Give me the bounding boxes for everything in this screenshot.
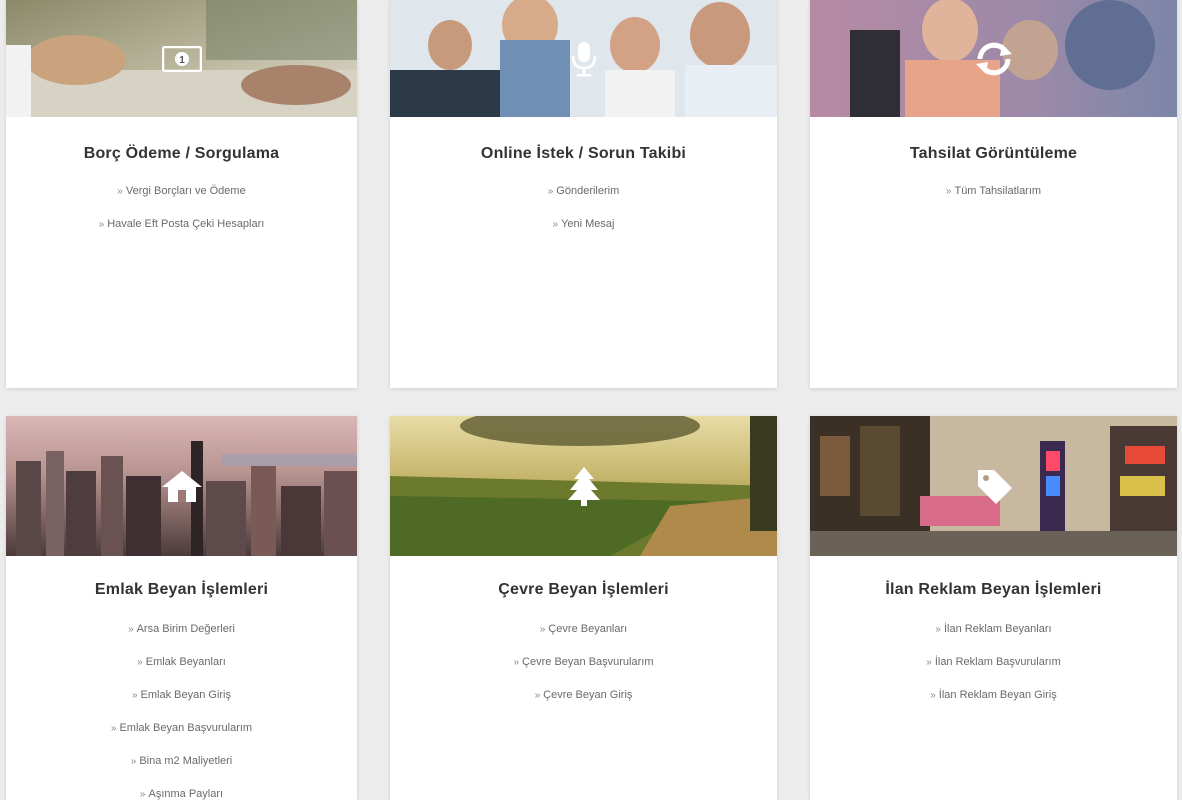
card-borc-odeme: 1 Borç Ödeme / Sorgulama » Vergi Borçları… — [6, 0, 357, 388]
link-asinma-paylari[interactable]: » Aşınma Payları — [6, 784, 357, 800]
link-cevre-beyan-basvurularim[interactable]: » Çevre Beyan Başvurularım — [390, 652, 777, 685]
link-tum-tahsilatlarim[interactable]: » Tüm Tahsilatlarım — [810, 181, 1177, 214]
card-ilan-reklam: İlan Reklam Beyan İşlemleri » İlan Reklam… — [810, 416, 1177, 800]
card-image-emlak[interactable] — [6, 416, 357, 556]
card-title: Çevre Beyan İşlemleri — [498, 581, 669, 598]
link-cevre-beyan-giris[interactable]: » Çevre Beyan Giriş — [390, 685, 777, 718]
microphone-icon — [559, 37, 609, 81]
card-links: » Tüm Tahsilatlarım — [810, 181, 1177, 214]
link-ilan-reklam-beyanlari[interactable]: » İlan Reklam Beyanları — [810, 619, 1177, 652]
card-image-ilan[interactable] — [810, 416, 1177, 556]
link-cevre-beyanlari[interactable]: » Çevre Beyanları — [390, 619, 777, 652]
card-links: » Gönderilerim » Yeni Mesaj — [390, 181, 777, 247]
link-bina-m2-maliyetleri[interactable]: » Bina m2 Maliyetleri — [6, 751, 357, 784]
link-emlak-beyanlari[interactable]: » Emlak Beyanları — [6, 652, 357, 685]
card-image-borc[interactable]: 1 — [6, 0, 357, 117]
home-icon — [157, 464, 207, 508]
card-cevre-beyan: Çevre Beyan İşlemleri » Çevre Beyanları »… — [390, 416, 777, 800]
link-gonderilerim[interactable]: » Gönderilerim — [390, 181, 777, 214]
card-title: İlan Reklam Beyan İşlemleri — [885, 581, 1102, 598]
svg-text:1: 1 — [179, 55, 185, 66]
card-title: Borç Ödeme / Sorgulama — [83, 145, 280, 162]
money-icon: 1 — [157, 37, 207, 81]
tree-icon — [559, 464, 609, 508]
card-image-online[interactable] — [390, 0, 777, 117]
link-arsa-birim-degerleri[interactable]: » Arsa Birim Değerleri — [6, 619, 357, 652]
refresh-icon — [969, 37, 1019, 81]
tag-icon — [969, 464, 1019, 508]
link-emlak-beyan-giris[interactable]: » Emlak Beyan Giriş — [6, 685, 357, 718]
card-title: Online İstek / Sorun Takibi — [480, 145, 687, 162]
link-havale-eft[interactable]: » Havale Eft Posta Çeki Hesapları — [6, 214, 357, 247]
card-links: » Vergi Borçları ve Ödeme » Havale Eft Pos… — [6, 181, 357, 247]
card-title: Tahsilat Görüntüleme — [909, 145, 1078, 162]
link-emlak-beyan-basvurularim[interactable]: » Emlak Beyan Başvurularım — [6, 718, 357, 751]
link-ilan-reklam-basvurularim[interactable]: » İlan Reklam Başvurularım — [810, 652, 1177, 685]
card-emlak-beyan: Emlak Beyan İşlemleri » Arsa Birim Değerl… — [6, 416, 357, 800]
card-links: » Arsa Birim Değerleri » Emlak Beyanları »… — [6, 619, 357, 800]
card-tahsilat: Tahsilat Görüntüleme » Tüm Tahsilatlarım — [810, 0, 1177, 388]
card-image-cevre[interactable] — [390, 416, 777, 556]
link-ilan-reklam-beyan-giris[interactable]: » İlan Reklam Beyan Giriş — [810, 685, 1177, 718]
card-links: » Çevre Beyanları » Çevre Beyan Başvurular… — [390, 619, 777, 718]
card-image-tahsilat[interactable] — [810, 0, 1177, 117]
card-online-istek: Online İstek / Sorun Takibi » Gönderileri… — [390, 0, 777, 388]
link-vergi-borclari[interactable]: » Vergi Borçları ve Ödeme — [6, 181, 357, 214]
card-title: Emlak Beyan İşlemleri — [94, 581, 269, 598]
link-yeni-mesaj[interactable]: » Yeni Mesaj — [390, 214, 777, 247]
card-links: » İlan Reklam Beyanları » İlan Reklam Başv… — [810, 619, 1177, 718]
